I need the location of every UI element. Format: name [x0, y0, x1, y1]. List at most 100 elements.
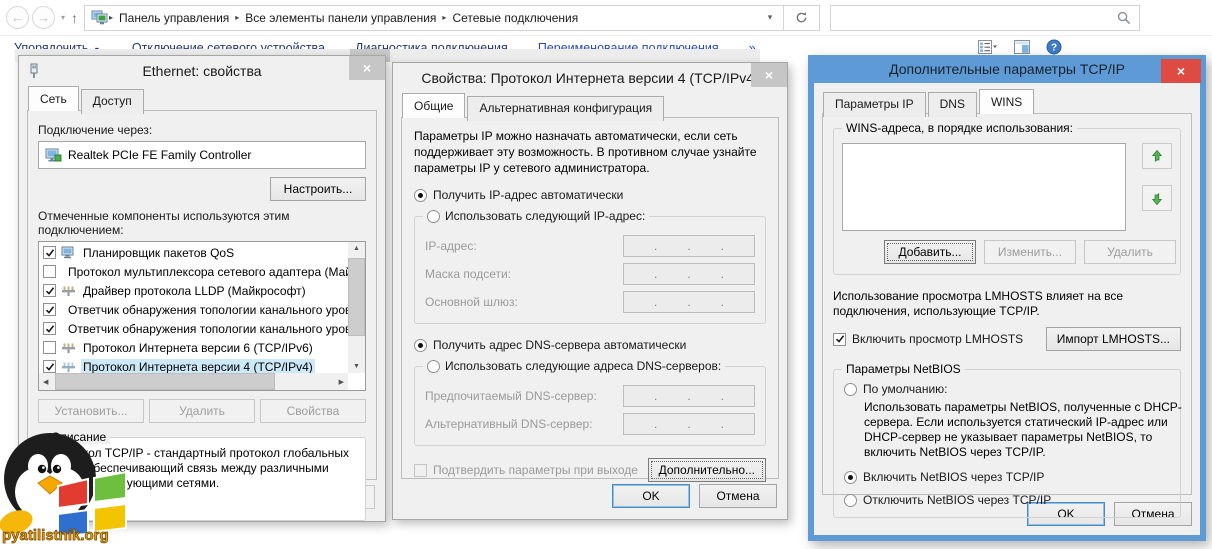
- gateway-field[interactable]: . . .: [623, 291, 755, 313]
- component-row[interactable]: Ответчик обнаружения топологии канальног…: [40, 300, 348, 319]
- preview-pane-button[interactable]: [1014, 40, 1030, 57]
- subnet-mask-label: Маска подсети:: [425, 267, 623, 281]
- components-list[interactable]: Планировщик пакетов QoS Протокол мультип…: [38, 241, 366, 391]
- radio-static-ip-label: Использовать следующий IP-адрес:: [445, 209, 645, 223]
- check-icon: [835, 334, 845, 344]
- vertical-scrollbar-thumb[interactable]: [348, 258, 365, 336]
- breadcrumb-item-all-items[interactable]: Все элементы панели управления: [239, 11, 442, 25]
- edit-button[interactable]: Изменить...: [984, 240, 1076, 264]
- radio-auto-ip[interactable]: Получить IP-адрес автоматически: [414, 188, 766, 202]
- radio-netbios-disable[interactable]: Отключить NetBIOS через TCP/IP: [844, 493, 1170, 507]
- address-dropdown-chevron-icon[interactable]: ▾: [759, 12, 781, 23]
- close-icon[interactable]: ×: [751, 63, 787, 87]
- radio-static-ip-circle[interactable]: [427, 210, 440, 223]
- validate-checkbox[interactable]: [414, 464, 427, 477]
- alternate-dns-field[interactable]: . . .: [623, 413, 755, 435]
- lmhosts-checkbox[interactable]: [833, 333, 846, 346]
- ipv4-dialog-titlebar[interactable]: Свойства: Протокол Интернета версии 4 (T…: [393, 63, 787, 93]
- wins-address-list[interactable]: [842, 143, 1126, 231]
- tab-alternate-config[interactable]: Альтернативная конфигурация: [467, 96, 664, 121]
- ip-address-field[interactable]: . . .: [623, 235, 755, 257]
- horizontal-scrollbar-thumb[interactable]: [55, 373, 275, 390]
- site-watermark-logo: pyatilistnik.org: [0, 424, 134, 546]
- tab-sharing[interactable]: Доступ: [81, 89, 144, 114]
- remove-button[interactable]: Удалить: [149, 399, 255, 423]
- refresh-icon: [795, 11, 808, 24]
- add-button[interactable]: Добавить...: [884, 240, 976, 264]
- radio-static-dns-circle[interactable]: [427, 360, 440, 373]
- radio-auto-ip-circle[interactable]: [414, 189, 427, 202]
- tab-wins[interactable]: WINS: [979, 89, 1034, 114]
- subnet-mask-field[interactable]: . . .: [623, 263, 755, 285]
- component-checkbox[interactable]: [43, 246, 56, 259]
- install-button[interactable]: Установить...: [38, 399, 144, 423]
- scroll-down-icon[interactable]: ▼: [353, 363, 360, 370]
- component-checkbox[interactable]: [43, 265, 56, 278]
- static-dns-group: Использовать следующие адреса DNS-сервер…: [414, 366, 766, 446]
- scroll-up-icon[interactable]: ▲: [353, 245, 360, 252]
- advanced-dialog-titlebar[interactable]: Дополнительные параметры TCP/IP: [808, 55, 1206, 83]
- radio-static-dns[interactable]: Использовать следующие адреса DNS-сервер…: [423, 359, 725, 373]
- configure-button[interactable]: Настроить...: [270, 177, 366, 201]
- advanced-tcpip-dialog: Дополнительные параметры TCP/IP × Параме…: [808, 55, 1206, 541]
- properties-button[interactable]: Свойства: [260, 399, 366, 423]
- component-checkbox[interactable]: [43, 322, 56, 335]
- components-label: Отмеченные компоненты используются этим …: [38, 209, 366, 237]
- radio-auto-dns-circle[interactable]: [414, 339, 427, 352]
- watermark-text: pyatilistnik.org: [2, 527, 109, 544]
- delete-button[interactable]: Удалить: [1084, 240, 1176, 264]
- radio-netbios-enable-circle[interactable]: [844, 471, 857, 484]
- ethernet-device-icon: [28, 63, 40, 79]
- refresh-button[interactable]: [784, 5, 820, 31]
- component-row[interactable]: Ответчик обнаружения топологии канальног…: [40, 319, 348, 338]
- breadcrumb-item-network-connections[interactable]: Сетевые подключения: [446, 11, 584, 25]
- tab-dns[interactable]: DNS: [928, 92, 977, 117]
- forward-icon[interactable]: →: [32, 6, 55, 29]
- scroll-left-icon[interactable]: ◀: [43, 378, 48, 386]
- search-input[interactable]: [831, 8, 1117, 28]
- lmhosts-checkbox-label: Включить просмотр LMHOSTS: [852, 332, 1023, 346]
- preview-pane-icon: [1014, 40, 1030, 54]
- radio-netbios-default-circle[interactable]: [844, 383, 857, 396]
- component-checkbox[interactable]: [43, 341, 56, 354]
- tab-general[interactable]: Общие: [402, 93, 465, 118]
- component-row[interactable]: Протокол Интернета версии 6 (TCP/IPv6): [40, 338, 348, 357]
- search-box[interactable]: [830, 5, 1140, 31]
- radio-netbios-disable-circle[interactable]: [844, 494, 857, 507]
- cancel-button[interactable]: Отмена: [699, 484, 777, 508]
- tab-network[interactable]: Сеть: [28, 86, 79, 111]
- scroll-right-icon[interactable]: ▶: [339, 378, 344, 386]
- view-list-button[interactable]: [978, 40, 998, 57]
- radio-static-ip[interactable]: Использовать следующий IP-адрес:: [423, 209, 649, 223]
- component-row[interactable]: Планировщик пакетов QoS: [40, 243, 348, 262]
- component-checkbox[interactable]: [43, 360, 56, 373]
- component-checkbox[interactable]: [43, 284, 56, 297]
- back-icon[interactable]: ←: [6, 6, 29, 29]
- tab-ip-settings[interactable]: Параметры IP: [823, 92, 926, 117]
- component-checkbox[interactable]: [43, 303, 56, 316]
- radio-netbios-enable[interactable]: Включить NetBIOS через TCP/IP: [844, 470, 1170, 484]
- alternate-dns-label: Альтернативный DNS-сервер:: [425, 417, 623, 431]
- address-bar[interactable]: ▸ Панель управления ▸ Все элементы панел…: [84, 5, 784, 31]
- breadcrumb-item-control-panel[interactable]: Панель управления: [113, 11, 235, 25]
- check-icon: [45, 305, 55, 315]
- radio-netbios-default[interactable]: По умолчанию:: [844, 382, 1170, 396]
- component-row[interactable]: Протокол мультиплексора сетевого адаптер…: [40, 262, 348, 281]
- import-lmhosts-button[interactable]: Импорт LMHOSTS...: [1046, 327, 1181, 351]
- preferred-dns-field[interactable]: . . .: [623, 385, 755, 407]
- radio-auto-dns[interactable]: Получить адрес DNS-сервера автоматически: [414, 338, 766, 352]
- recent-pages-chevron-icon[interactable]: ▾: [61, 13, 65, 22]
- wins-tab-panel: WINS-адреса, в порядке использования:: [822, 113, 1192, 495]
- radio-auto-dns-label: Получить адрес DNS-сервера автоматически: [433, 338, 686, 352]
- move-up-button[interactable]: [1142, 143, 1172, 169]
- up-icon[interactable]: ↑: [71, 10, 78, 26]
- ethernet-dialog-titlebar[interactable]: Ethernet: свойства ×: [19, 56, 385, 86]
- component-row[interactable]: Драйвер протокола LLDP (Майкрософт): [40, 281, 348, 300]
- close-icon[interactable]: ×: [349, 56, 385, 80]
- advanced-button[interactable]: Дополнительно...: [648, 458, 766, 482]
- radio-auto-ip-label: Получить IP-адрес автоматически: [433, 188, 623, 202]
- ok-button[interactable]: OK: [612, 484, 690, 508]
- move-down-button[interactable]: [1142, 185, 1172, 211]
- ipv4-intro-text: Параметры IP можно назначать автоматичес…: [414, 128, 766, 176]
- close-icon[interactable]: ×: [1161, 59, 1201, 83]
